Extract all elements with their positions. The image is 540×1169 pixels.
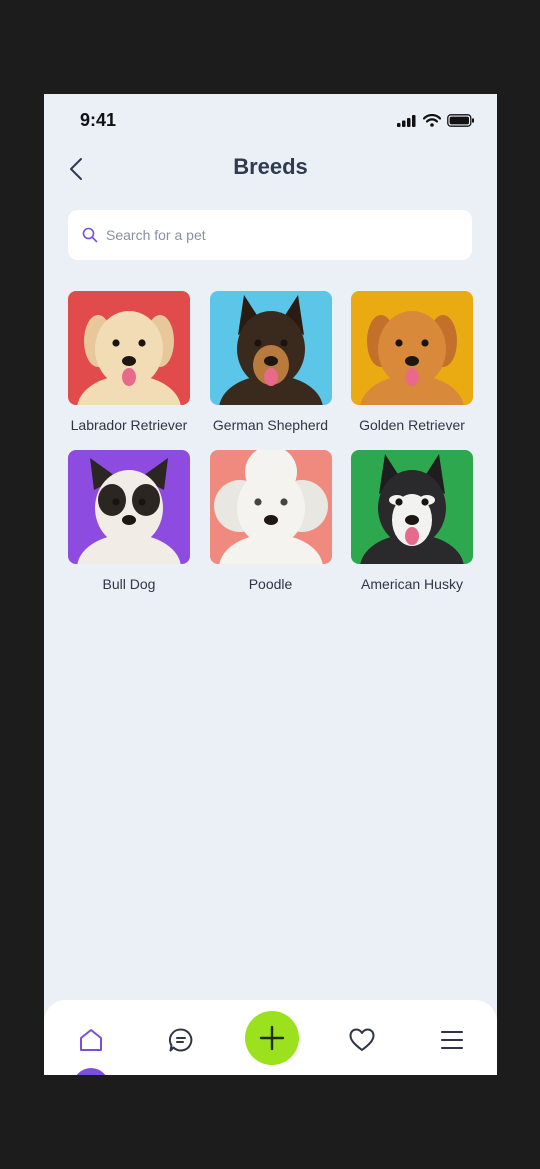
dog-illustration [218, 295, 323, 405]
breed-name: Golden Retriever [359, 417, 465, 433]
breed-photo [351, 291, 473, 405]
breed-row: Bull Dog Poodle American Husky [68, 450, 473, 609]
breed-card-american-husky[interactable]: American Husky [351, 450, 473, 609]
breed-grid: Labrador Retriever German Shepherd Golde… [68, 291, 473, 609]
plus-icon [259, 1025, 285, 1051]
breed-photo [351, 450, 473, 564]
breed-name: German Shepherd [212, 417, 329, 433]
breed-card-poodle[interactable]: Poodle [209, 450, 332, 609]
breed-name: American Husky [361, 576, 463, 592]
chat-icon [168, 1028, 193, 1052]
breed-photo [68, 450, 190, 564]
nav-home[interactable] [74, 1023, 108, 1057]
bottom-nav [44, 1000, 497, 1075]
wifi-icon [423, 114, 441, 127]
signal-icon [397, 114, 416, 127]
status-icons [397, 114, 475, 127]
nav-chat[interactable] [164, 1023, 198, 1057]
breed-card-bull-dog[interactable]: Bull Dog [68, 450, 190, 609]
breed-name: Poodle [248, 576, 293, 592]
breed-photo [68, 291, 190, 405]
nav-menu[interactable] [435, 1023, 469, 1057]
search-input[interactable] [106, 227, 446, 243]
heart-icon [349, 1028, 375, 1051]
breed-card-labrador-retriever[interactable]: Labrador Retriever [68, 291, 190, 450]
add-button[interactable] [245, 1011, 299, 1065]
dog-illustration [360, 454, 464, 564]
breed-row: Labrador Retriever German Shepherd Golde… [68, 291, 473, 450]
battery-icon [447, 114, 474, 127]
dog-illustration [77, 311, 181, 405]
menu-icon [441, 1031, 463, 1049]
nav-favorites[interactable] [345, 1023, 379, 1057]
breed-name: Bull Dog [102, 576, 156, 592]
search-icon [82, 227, 98, 243]
dog-illustration [213, 450, 328, 564]
home-icon [80, 1029, 102, 1051]
dog-illustration [77, 458, 181, 564]
dog-illustration [360, 311, 464, 405]
search-bar[interactable] [68, 210, 472, 260]
breed-photo [209, 450, 332, 564]
breed-photo [209, 291, 332, 405]
phone-screen: 9:41 Breeds Search for a pet Labrador Re… [44, 94, 497, 1075]
breed-card-golden-retriever[interactable]: Golden Retriever [351, 291, 473, 450]
status-time: 9:41 [80, 110, 117, 130]
breed-name: Labrador Retriever [70, 417, 188, 433]
page-title: Breeds [233, 154, 308, 179]
breed-card-german-shepherd[interactable]: German Shepherd [209, 291, 332, 450]
